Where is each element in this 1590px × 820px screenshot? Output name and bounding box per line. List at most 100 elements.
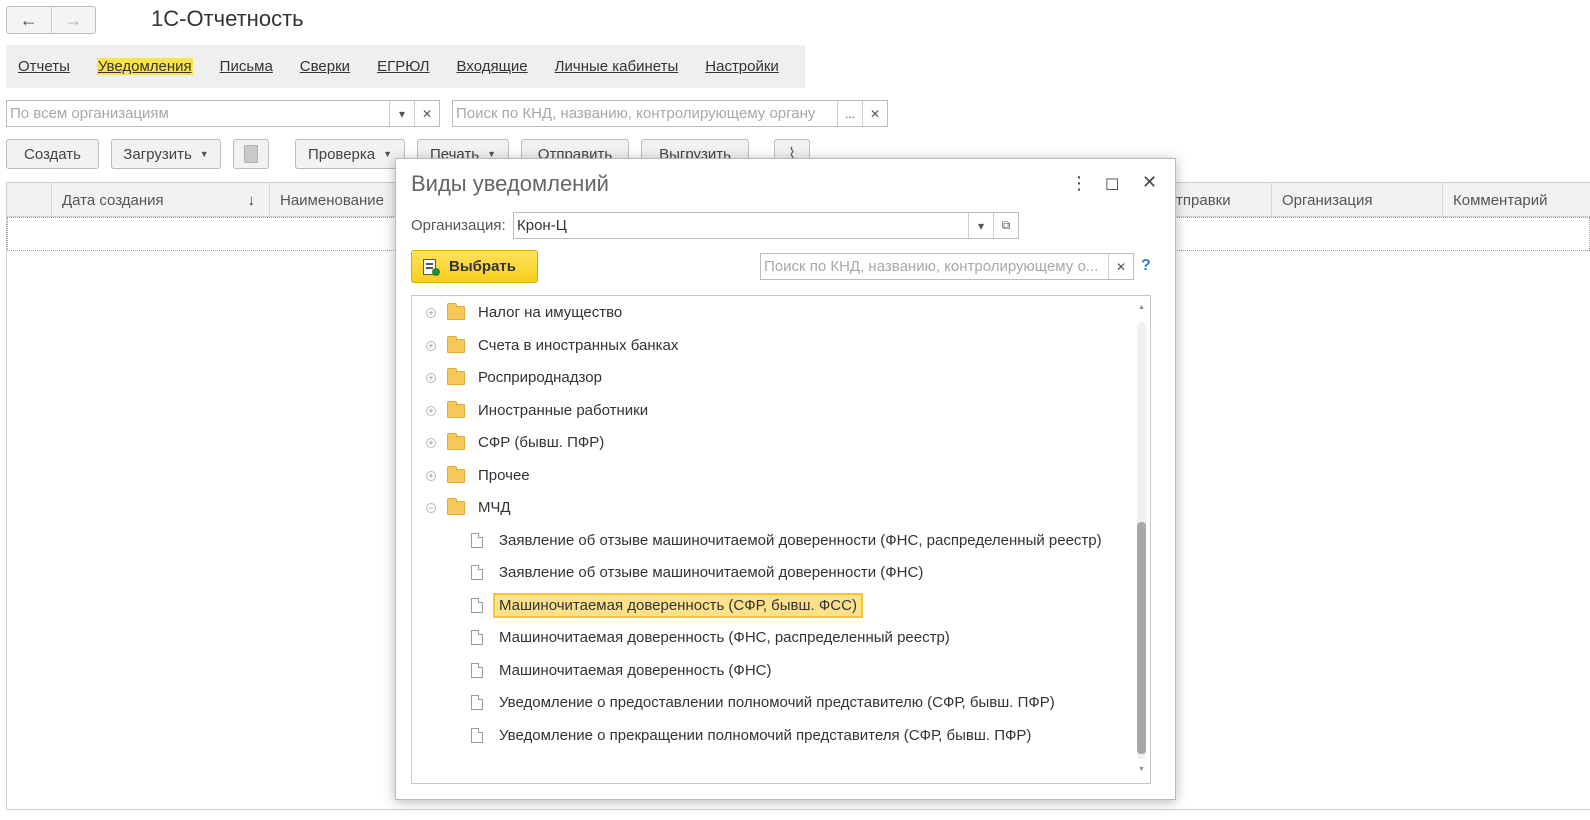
list-item[interactable]: + Налог на имущество	[426, 296, 622, 329]
organization-filter-input[interactable]: По всем организациям	[7, 105, 389, 122]
back-button[interactable]: ←	[7, 7, 51, 33]
list-item[interactable]: Заявление об отзыве машиночитаемой довер…	[471, 556, 923, 589]
arrow-left-icon: ←	[19, 9, 38, 30]
scrollbar-thumb[interactable]	[1137, 522, 1146, 754]
scroll-up-icon[interactable]: ▲	[1138, 304, 1145, 311]
organization-filter[interactable]: По всем организациям ▾ ✕	[6, 100, 440, 127]
check-label: Проверка	[307, 145, 376, 163]
tab-personal-accounts[interactable]: Личные кабинеты	[555, 58, 679, 75]
folder-icon	[447, 367, 465, 385]
tab-settings[interactable]: Настройки	[705, 58, 779, 75]
expand-icon[interactable]: +	[426, 372, 436, 383]
search-input[interactable]: Поиск по КНД, названию, контролирующему …	[453, 105, 837, 122]
tree-item-label: Машиночитаемая доверенность (СФР, бывш. …	[493, 593, 863, 618]
section-tabs: Отчеты Уведомления Письма Сверки ЕГРЮЛ В…	[6, 45, 805, 88]
document-icon	[471, 695, 483, 710]
tree-item-label: Машиночитаемая доверенность (ФНС)	[499, 662, 772, 679]
folder-icon	[447, 400, 465, 418]
document-icon	[471, 533, 483, 548]
tree-item-label: Заявление об отзыве машиночитаемой довер…	[499, 564, 924, 581]
load-button[interactable]: Загрузить ▼	[111, 139, 221, 169]
tree-item-label: МЧД	[478, 499, 511, 516]
clear-icon[interactable]: ✕	[414, 101, 439, 126]
column-label: Дата создания	[62, 191, 164, 209]
choose-button[interactable]: Выбрать	[411, 250, 538, 283]
select-document-icon	[421, 258, 441, 276]
tree-item-label: Заявление об отзыве машиночитаемой довер…	[499, 532, 1102, 549]
folder-icon	[447, 302, 465, 320]
create-button[interactable]: Создать	[6, 139, 99, 169]
tab-letters[interactable]: Письма	[220, 58, 273, 75]
folder-icon	[447, 465, 465, 483]
copy-document-button[interactable]	[233, 139, 269, 169]
column-organization[interactable]: Организация	[1271, 183, 1442, 217]
clear-icon[interactable]: ✕	[862, 101, 887, 126]
folder-icon	[447, 432, 465, 450]
list-item[interactable]: + Росприроднадзор	[426, 361, 602, 394]
column-sent-date[interactable]: отправки	[1167, 183, 1271, 217]
tab-incoming[interactable]: Входящие	[457, 58, 528, 75]
choose-label: Выбрать	[449, 258, 516, 275]
dropdown-icon[interactable]: ▾	[968, 213, 993, 238]
document-icon	[471, 598, 483, 613]
tree-item-label: Машиночитаемая доверенность (ФНС, распре…	[499, 629, 950, 646]
list-item[interactable]: Машиночитаемая доверенность (ФНС, распре…	[471, 621, 950, 654]
open-icon[interactable]: ⧉	[993, 213, 1018, 238]
expand-icon[interactable]: +	[426, 437, 436, 448]
column-label: Наименование	[280, 191, 384, 209]
tree-item-label: Прочее	[478, 467, 530, 484]
list-item[interactable]: Уведомление о предоставлении полномочий …	[471, 686, 1055, 719]
dialog-search-input[interactable]: Поиск по КНД, названию, контролирующему …	[761, 258, 1108, 275]
notification-types-dialog: Виды уведомлений ⋮ ☐ ✕ Организация: Крон…	[395, 158, 1176, 800]
tree-item-label: Иностранные работники	[478, 402, 649, 419]
dropdown-icon[interactable]: ▾	[389, 101, 414, 126]
scroll-down-icon[interactable]: ▼	[1138, 766, 1145, 773]
tab-reports[interactable]: Отчеты	[18, 58, 70, 75]
folder-icon	[447, 335, 465, 353]
chevron-down-icon: ▼	[199, 149, 209, 159]
search-field[interactable]: Поиск по КНД, названию, контролирующему …	[452, 100, 888, 127]
tree-item-label: Уведомление о прекращении полномочий пре…	[499, 727, 1032, 744]
close-icon[interactable]: ✕	[1142, 172, 1157, 193]
list-item[interactable]: + Счета в иностранных банках	[426, 329, 678, 362]
load-label: Загрузить	[123, 145, 192, 163]
list-item-selected[interactable]: Машиночитаемая доверенность (СФР, бывш. …	[471, 589, 863, 622]
organization-value[interactable]: Крон-Ц	[514, 217, 968, 234]
arrow-right-icon: →	[64, 9, 83, 30]
list-item[interactable]: + Иностранные работники	[426, 394, 648, 427]
forward-button[interactable]: →	[50, 7, 96, 33]
expand-icon[interactable]: +	[426, 307, 436, 318]
list-item[interactable]: + Прочее	[426, 459, 530, 492]
tab-egrul[interactable]: ЕГРЮЛ	[377, 58, 429, 75]
list-item[interactable]: Уведомление о прекращении полномочий пре…	[471, 719, 1031, 752]
more-actions-icon[interactable]: ⋮	[1070, 173, 1088, 194]
expand-icon[interactable]: +	[426, 470, 436, 481]
folder-icon	[447, 497, 465, 515]
maximize-icon[interactable]: ☐	[1105, 175, 1119, 195]
organization-label: Организация:	[411, 217, 506, 234]
organization-select[interactable]: Крон-Ц ▾ ⧉	[513, 212, 1019, 239]
list-item[interactable]: + СФР (бывш. ПФР)	[426, 426, 604, 459]
clear-icon[interactable]: ✕	[1108, 254, 1133, 279]
tab-notifications[interactable]: Уведомления	[96, 58, 193, 75]
check-button[interactable]: Проверка ▼	[295, 139, 405, 169]
column-created-date[interactable]: Дата создания ↓	[51, 183, 269, 217]
expand-icon[interactable]: +	[426, 405, 436, 416]
app-title: 1С-Отчетность	[151, 6, 304, 31]
tab-reconciliations[interactable]: Сверки	[300, 58, 350, 75]
help-icon[interactable]: ?	[1141, 257, 1151, 275]
dialog-search-field[interactable]: Поиск по КНД, названию, контролирующему …	[760, 253, 1134, 280]
create-label: Создать	[23, 145, 81, 163]
column-comment[interactable]: Комментарий	[1442, 183, 1590, 217]
expand-icon[interactable]: +	[426, 340, 436, 351]
select-button[interactable]: ...	[837, 101, 862, 126]
list-item[interactable]: − МЧД	[426, 491, 510, 524]
column-label: Организация	[1282, 191, 1373, 209]
tree-item-label: Налог на имущество	[478, 304, 623, 321]
list-item[interactable]: Машиночитаемая доверенность (ФНС)	[471, 654, 771, 687]
collapse-icon[interactable]: −	[426, 502, 436, 513]
history-nav: ← →	[6, 6, 96, 34]
sort-down-icon: ↓	[247, 191, 256, 209]
document-icon	[471, 565, 483, 580]
list-item[interactable]: Заявление об отзыве машиночитаемой довер…	[471, 524, 1102, 557]
